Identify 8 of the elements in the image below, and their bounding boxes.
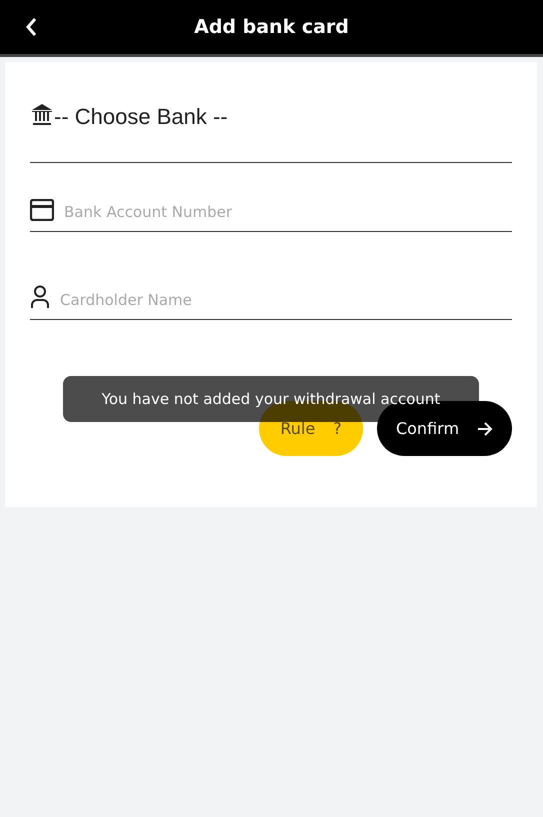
person-icon bbox=[30, 285, 50, 309]
arrow-right-icon bbox=[477, 422, 494, 436]
toast-message: You have not added your withdrawal account bbox=[63, 376, 479, 422]
page-title: Add bank card bbox=[194, 16, 349, 38]
bank-select[interactable]: -- Choose Bank -- bbox=[54, 104, 228, 130]
back-icon bbox=[25, 17, 37, 37]
credit-card-icon bbox=[30, 199, 54, 221]
bank-icon bbox=[30, 102, 54, 126]
